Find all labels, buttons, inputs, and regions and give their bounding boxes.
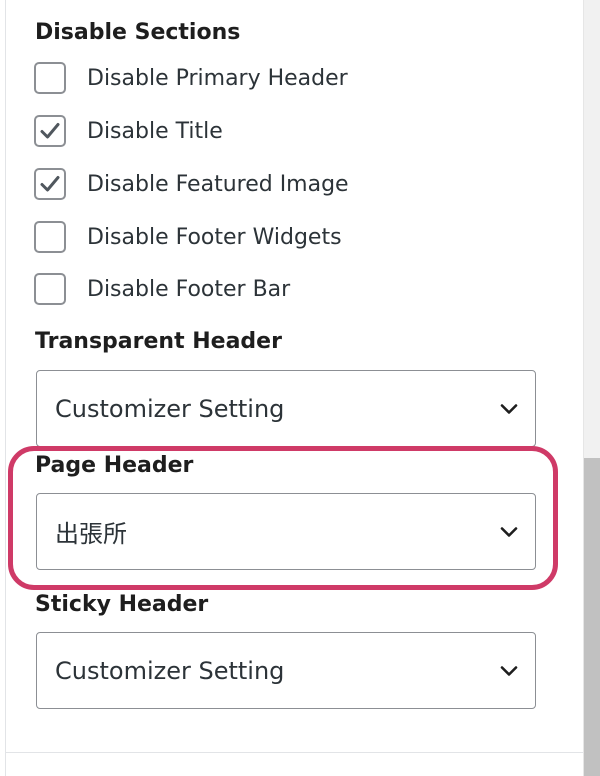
checkbox-disable-primary-header[interactable]: [34, 62, 66, 94]
page-header-label: Page Header: [35, 453, 194, 478]
checkbox-row-disable-primary-header[interactable]: Disable Primary Header: [34, 60, 348, 96]
page-header-select[interactable]: 出張所: [36, 493, 536, 570]
checkmark-icon: [40, 123, 60, 139]
checkbox-disable-featured-image[interactable]: [34, 168, 66, 200]
scrollbar-thumb[interactable]: [584, 458, 600, 776]
settings-panel: Disable Sections Disable Primary Header …: [0, 0, 583, 776]
checkbox-disable-footer-widgets[interactable]: [34, 221, 66, 253]
panel-bottom-divider: [5, 752, 583, 753]
checkbox-label-disable-footer-bar: Disable Footer Bar: [87, 276, 291, 302]
sticky-header-value: Customizer Setting: [55, 656, 285, 685]
transparent-header-label: Transparent Header: [35, 329, 282, 354]
chevron-down-icon: [500, 666, 518, 676]
checkbox-disable-footer-bar[interactable]: [34, 273, 66, 305]
chevron-down-icon: [500, 527, 518, 537]
checkbox-label-disable-featured-image: Disable Featured Image: [87, 171, 349, 197]
checkmark-icon: [40, 176, 60, 192]
panel-left-border: [5, 0, 6, 776]
sticky-header-label: Sticky Header: [35, 592, 209, 617]
checkbox-disable-title[interactable]: [34, 115, 66, 147]
checkbox-label-disable-footer-widgets: Disable Footer Widgets: [87, 224, 342, 250]
checkbox-row-disable-footer-widgets[interactable]: Disable Footer Widgets: [34, 219, 342, 255]
transparent-header-select[interactable]: Customizer Setting: [36, 370, 536, 447]
chevron-down-icon: [500, 404, 518, 414]
checkbox-label-disable-primary-header: Disable Primary Header: [87, 65, 348, 91]
checkbox-row-disable-featured-image[interactable]: Disable Featured Image: [34, 166, 349, 202]
transparent-header-value: Customizer Setting: [55, 394, 285, 423]
checkbox-row-disable-title[interactable]: Disable Title: [34, 113, 223, 149]
checkbox-row-disable-footer-bar[interactable]: Disable Footer Bar: [34, 271, 290, 307]
checkbox-label-disable-title: Disable Title: [87, 118, 223, 144]
sticky-header-select[interactable]: Customizer Setting: [36, 632, 536, 709]
page-header-value: 出張所: [55, 520, 127, 548]
disable-sections-label: Disable Sections: [35, 20, 241, 45]
